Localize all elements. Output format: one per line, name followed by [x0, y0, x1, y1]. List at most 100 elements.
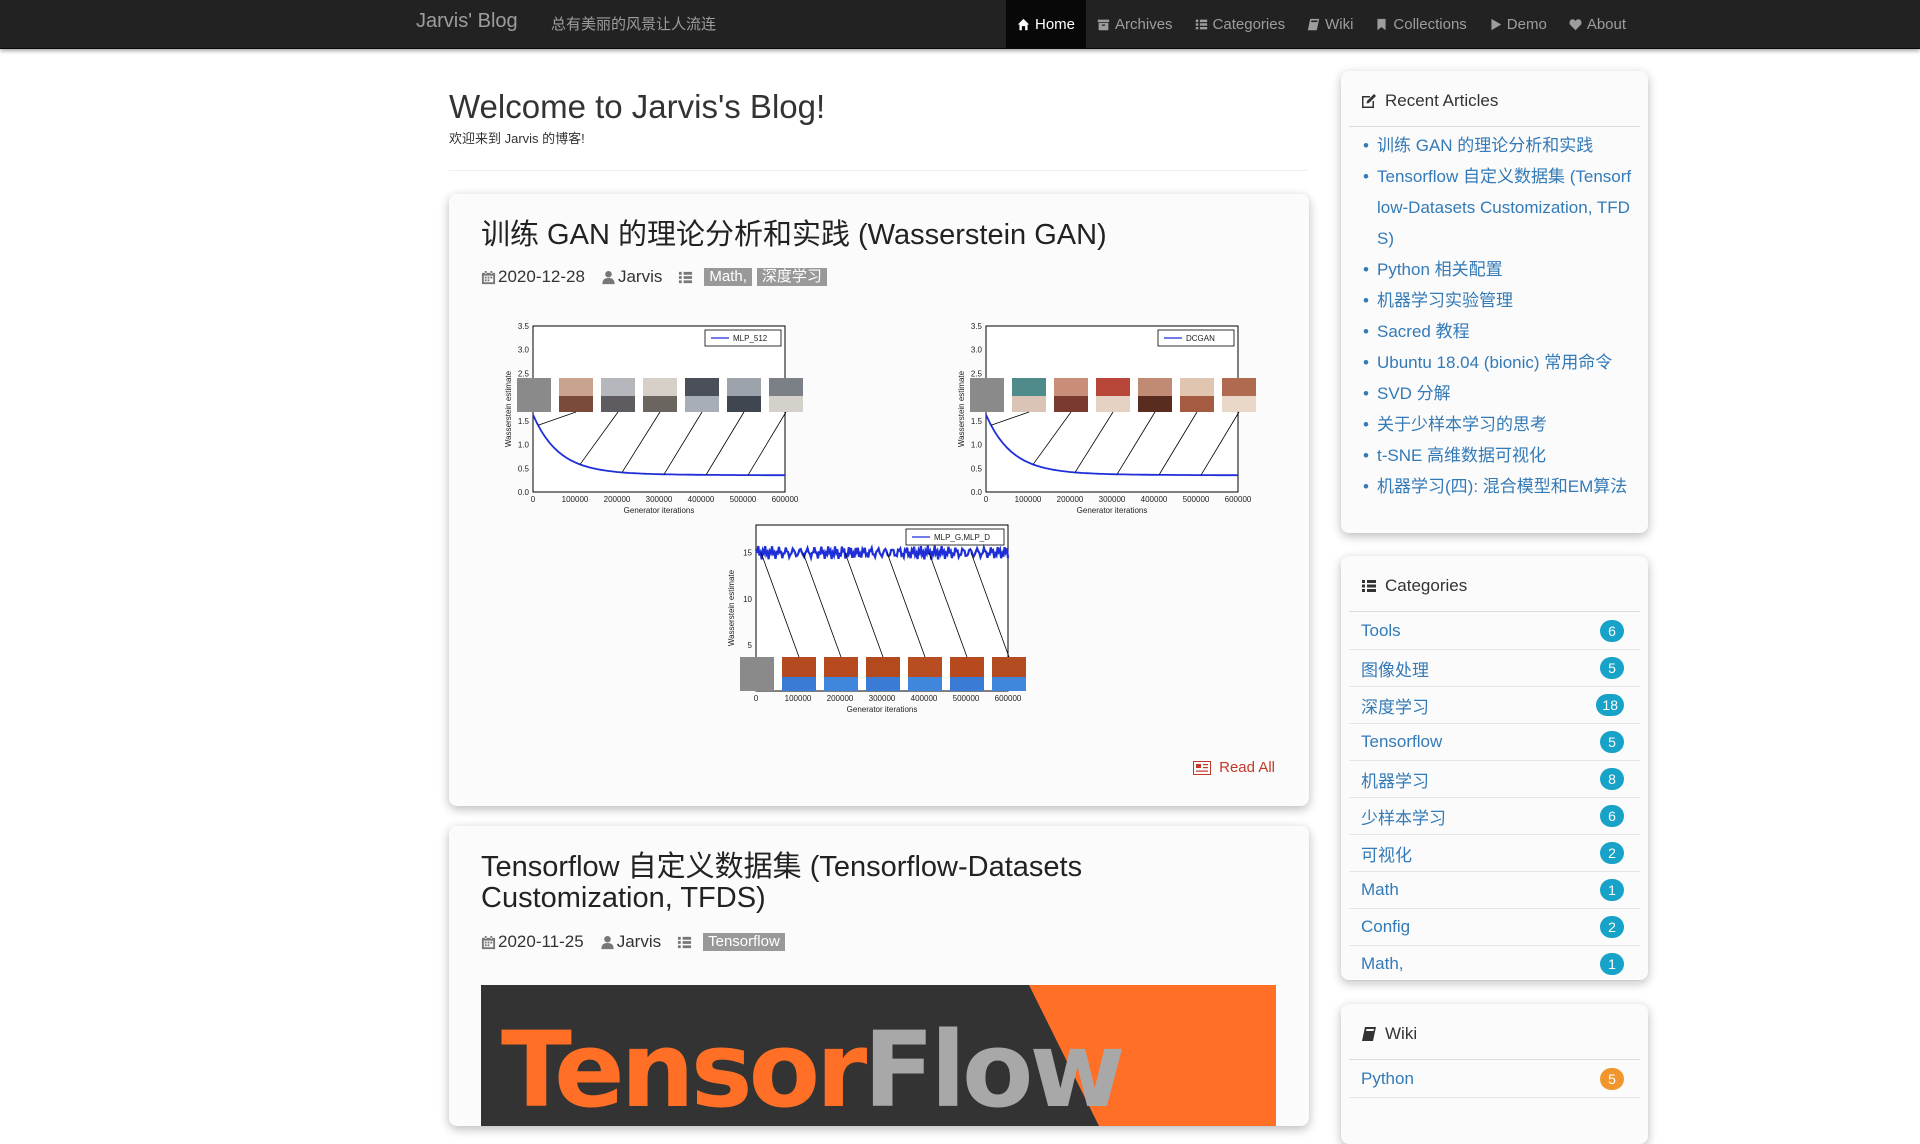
- post-author: Jarvis: [617, 267, 663, 286]
- wiki-name: Python: [1361, 1069, 1414, 1088]
- category-count-badge: 2: [1600, 916, 1624, 938]
- post-title[interactable]: 训练 GAN 的理论分析和实践 (Wasserstein GAN): [481, 220, 1281, 251]
- nav-item-demo[interactable]: Demo: [1478, 0, 1558, 48]
- sample-thumbnail: [740, 657, 774, 691]
- tensorflow-logo-text: TensorFlow: [501, 1009, 1126, 1126]
- category-item[interactable]: 深度学习 18: [1349, 687, 1640, 724]
- x-tick-label: 500000: [730, 495, 757, 504]
- y-tick-label: 1.0: [518, 441, 530, 450]
- wiki-count-badge: 5: [1600, 1068, 1624, 1090]
- category-name: 深度学习: [1361, 697, 1429, 717]
- y-tick-label: 3.5: [971, 322, 983, 331]
- recent-article-link[interactable]: Ubuntu 18.04 (bionic) 常用命令: [1363, 347, 1633, 378]
- recent-article-link[interactable]: 机器学习(四): 混合模型和EM算法: [1363, 471, 1633, 502]
- recent-article-link[interactable]: Python 相关配置: [1363, 254, 1633, 285]
- post-tag[interactable]: 深度学习: [756, 268, 827, 286]
- recent-article-link[interactable]: Tensorflow 自定义数据集 (Tensorflow-Datasets C…: [1363, 161, 1633, 254]
- category-item[interactable]: Config 2: [1349, 909, 1640, 946]
- category-item[interactable]: 图像处理 5: [1349, 650, 1640, 687]
- category-count-badge: 6: [1600, 620, 1624, 642]
- sample-thumbnail: [601, 396, 635, 412]
- y-tick-label: 1.5: [971, 417, 983, 426]
- category-count-badge: 2: [1600, 842, 1624, 864]
- post-tag[interactable]: Math,: [704, 268, 752, 286]
- widget-title: Wiki: [1385, 1024, 1418, 1043]
- post-author: Jarvis: [616, 932, 662, 951]
- user-icon: [601, 935, 614, 949]
- x-tick-label: 300000: [1099, 495, 1126, 504]
- nav-item-wiki[interactable]: Wiki: [1296, 0, 1364, 48]
- x-tick-label: 100000: [562, 495, 589, 504]
- sample-thumbnail: [866, 677, 900, 691]
- category-count-badge: 1: [1600, 879, 1624, 901]
- nav-item-about[interactable]: About: [1558, 0, 1637, 48]
- category-count-badge: 6: [1600, 805, 1624, 827]
- site-brand[interactable]: Jarvis' Blog: [416, 10, 518, 33]
- widget-header: Categories: [1361, 576, 1467, 596]
- category-name: Tensorflow: [1361, 732, 1443, 751]
- read-all-link[interactable]: Read All: [1193, 759, 1275, 776]
- recent-article-link[interactable]: Sacred 教程: [1363, 316, 1633, 347]
- sample-thumbnail: [824, 677, 858, 691]
- nav-item-home[interactable]: Home: [1006, 0, 1087, 48]
- sample-thumbnail: [992, 677, 1026, 691]
- nav-item-categories[interactable]: Categories: [1184, 0, 1297, 48]
- y-axis-label: Wasserstein estimate: [504, 370, 513, 447]
- sample-thumbnail: [517, 378, 551, 412]
- nav-item-collections[interactable]: Collections: [1364, 0, 1477, 48]
- sample-thumbnail: [950, 677, 984, 691]
- recent-article-link[interactable]: 机器学习实验管理: [1363, 285, 1633, 316]
- tensorflow-banner-image: TensorFlow: [481, 985, 1276, 1126]
- list-icon: [1362, 580, 1376, 592]
- post-title[interactable]: Tensorflow 自定义数据集 (Tensorflow-Datasets C…: [481, 852, 1281, 914]
- page-title: Welcome to Jarvis's Blog!: [449, 88, 826, 125]
- category-item[interactable]: 少样本学习 6: [1349, 798, 1640, 835]
- page-subtitle: 欢迎来到 Jarvis 的博客!: [449, 131, 585, 146]
- x-tick-label: 0: [984, 495, 989, 504]
- y-tick-label: 1.0: [971, 441, 983, 450]
- category-item[interactable]: Math, 1: [1349, 946, 1640, 983]
- category-item[interactable]: Math 1: [1349, 872, 1640, 909]
- recent-article-link[interactable]: 关于少样本学习的思考: [1363, 409, 1633, 440]
- category-name: 图像处理: [1361, 660, 1429, 680]
- sample-thumbnail: [769, 396, 803, 412]
- list-icon: [679, 271, 693, 283]
- post-meta: 2020-12-28 Jarvis Math, 深度学习: [481, 267, 827, 287]
- category-item[interactable]: Tools 6: [1349, 613, 1640, 650]
- y-tick-label: 5: [748, 641, 753, 650]
- recent-articles-widget: Recent Articles 训练 GAN 的理论分析和实践 Tensorfl…: [1341, 71, 1648, 533]
- y-tick-label: 3.0: [971, 346, 983, 355]
- category-count-badge: 18: [1596, 694, 1624, 716]
- category-item[interactable]: 机器学习 8: [1349, 761, 1640, 798]
- x-tick-label: 100000: [1015, 495, 1042, 504]
- post-date: 2020-12-28: [498, 267, 585, 286]
- x-tick-label: 0: [754, 694, 759, 703]
- categories-widget: Categories Tools 6 图像处理 5 深度学习 18 Tensorflo…: [1341, 556, 1648, 983]
- y-tick-label: 0.0: [518, 488, 530, 497]
- chart-panel: 0.00.51.01.52.02.53.03.50100000200000300…: [504, 322, 803, 515]
- recent-article-link[interactable]: t-SNE 高维数据可视化: [1363, 440, 1633, 471]
- category-item[interactable]: 可视化 2: [1349, 835, 1640, 872]
- category-name: Math: [1361, 880, 1399, 899]
- sample-thumbnail: [643, 396, 677, 412]
- x-tick-label: 300000: [869, 694, 896, 703]
- x-tick-label: 300000: [646, 495, 673, 504]
- recent-articles-list: 训练 GAN 的理论分析和实践 Tensorflow 自定义数据集 (Tenso…: [1363, 130, 1633, 502]
- home-icon: [1017, 18, 1030, 30]
- sample-thumbnail: [559, 396, 593, 412]
- recent-article-link[interactable]: 训练 GAN 的理论分析和实践: [1363, 130, 1633, 161]
- nav-item-archives[interactable]: Archives: [1086, 0, 1184, 48]
- wiki-item[interactable]: Python 5: [1349, 1061, 1640, 1098]
- post-tag[interactable]: Tensorflow: [703, 933, 785, 951]
- recent-article-link[interactable]: SVD 分解: [1363, 378, 1633, 409]
- wgan-training-figure: 0.00.51.01.52.02.53.03.50100000200000300…: [504, 322, 1256, 714]
- newspaper-icon: [1193, 760, 1212, 775]
- y-tick-label: 2.5: [518, 369, 530, 378]
- category-name: 机器学习: [1361, 771, 1429, 791]
- post-card: 训练 GAN 的理论分析和实践 (Wasserstein GAN) 2020-1…: [449, 194, 1309, 806]
- sample-thumbnail: [1012, 396, 1046, 412]
- bookmark-icon: [1377, 18, 1386, 30]
- sample-thumbnail: [782, 677, 816, 691]
- category-name: Math,: [1361, 954, 1404, 973]
- category-item[interactable]: Tensorflow 5: [1349, 724, 1640, 761]
